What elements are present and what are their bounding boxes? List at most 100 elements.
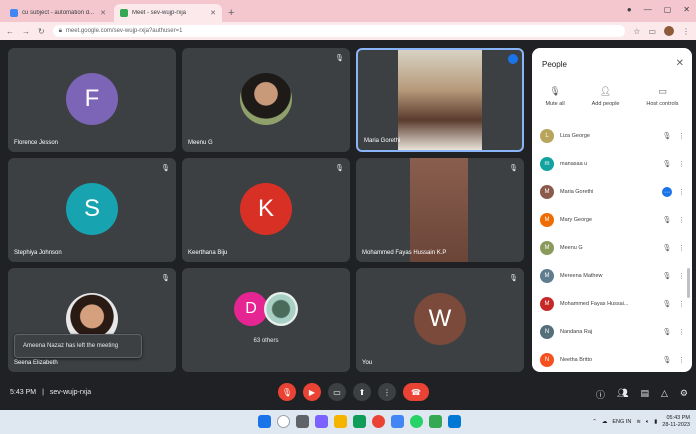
forward-icon[interactable]: → — [22, 27, 30, 36]
onedrive-icon[interactable]: ☁ — [602, 419, 608, 425]
close-icon[interactable]: ✕ — [676, 58, 684, 69]
tab-title: Meet - sev-wujp-rxja — [132, 10, 187, 16]
activities-icon[interactable]: △ — [661, 388, 668, 401]
taskbar-apps — [258, 415, 461, 428]
new-tab-button[interactable]: + — [228, 4, 234, 22]
address-bar[interactable]: 🔒︎ meet.google.com/sev-wujp-rxja?authuse… — [52, 25, 626, 37]
participant-tile-active-speaker[interactable]: Maria Gorethi — [356, 48, 524, 152]
language-indicator[interactable]: ENG IN — [612, 419, 631, 425]
search-icon[interactable] — [277, 415, 290, 428]
meet-app-icon[interactable] — [429, 415, 442, 428]
mic-toggle-button[interactable]: 🎙︎ — [278, 383, 296, 401]
more-options-icon[interactable]: ⋮ — [678, 300, 685, 308]
list-item[interactable]: M Mereena Mathew 🎙︎ ⋮ — [532, 262, 692, 290]
action-label: Mute all — [545, 101, 565, 107]
screen: cu subject - automation d... ✕ Meet - se… — [0, 0, 696, 434]
add-people-button[interactable]: 👤︎ Add people — [592, 86, 620, 107]
more-options-icon[interactable]: ⋮ — [678, 244, 685, 252]
participant-tile[interactable]: K 🎙︎ Keerthana Biju — [182, 158, 350, 262]
participant-name: Keerthana Biju — [188, 250, 228, 256]
os-taskbar: ⌃ ☁ ENG IN ≋ 🔈︎ ▮ 05:43 PM 28-11-2023 — [0, 410, 696, 434]
wifi-icon[interactable]: ≋ — [636, 419, 641, 425]
more-options-icon[interactable]: ⋮ — [678, 188, 685, 196]
chat-icon[interactable]: ▤ — [640, 388, 649, 401]
participant-name: Nandana Raj — [560, 329, 593, 335]
captions-icon: ▭ — [333, 387, 341, 397]
mic-off-icon[interactable]: 🎙︎ — [662, 160, 672, 168]
more-options-button[interactable]: ⋮ — [378, 383, 396, 401]
list-item[interactable]: N Nandana Raj 🎙︎ ⋮ — [532, 318, 692, 346]
participant-tile-others[interactable]: D 63 others — [182, 268, 350, 372]
meet-favicon-icon — [120, 9, 128, 17]
host-controls-icon[interactable]: ⚙ — [680, 388, 688, 401]
more-options-icon[interactable]: ⋮ — [678, 272, 685, 280]
chrome-icon[interactable] — [372, 415, 385, 428]
battery-icon[interactable]: ▮ — [654, 419, 657, 425]
people-icon[interactable]: 👥︎ — [617, 388, 628, 401]
more-options-icon[interactable]: ⋮ — [678, 160, 685, 168]
mic-off-icon[interactable]: 🎙︎ — [662, 300, 672, 308]
more-options-icon[interactable]: ⋮ — [678, 356, 685, 364]
self-tile[interactable]: W 🎙︎ You — [356, 268, 524, 372]
meeting-time: 5:43 PM — [10, 389, 37, 396]
avatar: N — [540, 325, 554, 339]
mic-off-icon[interactable]: 🎙︎ — [662, 356, 672, 364]
browser-tab-2[interactable]: Meet - sev-wujp-rxja ✕ — [114, 4, 222, 22]
panel-scrollbar[interactable] — [687, 268, 690, 298]
participant-tile[interactable]: S 🎙︎ Stephiya Johnson — [8, 158, 176, 262]
profile-icon[interactable]: ● — [627, 5, 632, 14]
outlook-icon[interactable] — [448, 415, 461, 428]
whatsapp-icon[interactable] — [410, 415, 423, 428]
tab-close-icon[interactable]: ✕ — [210, 9, 216, 17]
store-icon[interactable] — [391, 415, 404, 428]
windows-start-icon[interactable] — [258, 415, 271, 428]
extensions-icon[interactable]: ▭ — [648, 27, 656, 36]
list-item[interactable]: M Maria Gorethi ⋯ ⋮ — [532, 178, 692, 206]
camera-toggle-button[interactable]: ▶ — [303, 383, 321, 401]
edge-icon[interactable] — [353, 415, 366, 428]
more-options-icon[interactable]: ⋮ — [678, 216, 685, 224]
maximize-icon[interactable]: ▢ — [664, 5, 672, 14]
list-item[interactable]: m manasaa u 🎙︎ ⋮ — [532, 150, 692, 178]
participant-name: Florence Jesson — [14, 140, 59, 146]
list-item[interactable]: L Liza George 🎙︎ ⋮ — [532, 122, 692, 150]
list-item[interactable]: M Mohammed Fayas Hussai... 🎙︎ ⋮ — [532, 290, 692, 318]
tray-clock[interactable]: 05:43 PM 28-11-2023 — [662, 415, 690, 429]
back-icon[interactable]: ← — [6, 27, 14, 36]
profile-avatar[interactable] — [664, 26, 674, 36]
participant-tile[interactable]: 🎙︎ Mohammed Fayas Hussain K.P — [356, 158, 524, 262]
more-options-icon[interactable]: ⋮ — [678, 328, 685, 336]
more-options-icon[interactable]: ⋮ — [678, 132, 685, 140]
mic-off-icon[interactable]: 🎙︎ — [662, 132, 672, 140]
leave-call-button[interactable]: ☎ — [403, 383, 429, 401]
reload-icon[interactable]: ↻ — [38, 27, 45, 36]
list-item[interactable]: N Neetha Britto 🎙︎ ⋮ — [532, 346, 692, 372]
captions-button[interactable]: ▭ — [328, 383, 346, 401]
clock-date: 28-11-2023 — [662, 422, 690, 428]
present-button[interactable]: ⬆ — [353, 383, 371, 401]
menu-dots-icon[interactable]: ⋮ — [682, 27, 690, 36]
browser-tab-1[interactable]: cu subject - automation d... ✕ — [4, 4, 112, 22]
list-item[interactable]: M Mary George 🎙︎ ⋮ — [532, 206, 692, 234]
mic-off-icon[interactable]: 🎙︎ — [662, 328, 672, 336]
mic-off-icon[interactable]: 🎙︎ — [662, 244, 672, 252]
star-icon[interactable]: ☆ — [633, 27, 640, 36]
participant-tile[interactable]: 🎙︎ Meenu G — [182, 48, 350, 152]
minimize-icon[interactable]: — — [644, 5, 652, 14]
chevron-up-icon[interactable]: ⌃ — [592, 419, 597, 425]
file-explorer-icon[interactable] — [334, 415, 347, 428]
window-close-icon[interactable]: ✕ — [683, 5, 690, 14]
avatar: M — [540, 269, 554, 283]
tab-close-icon[interactable]: ✕ — [100, 9, 106, 17]
mic-off-icon[interactable]: 🎙︎ — [662, 216, 672, 224]
avatar: M — [540, 297, 554, 311]
task-view-icon[interactable] — [296, 415, 309, 428]
info-icon[interactable]: ⓘ — [596, 388, 605, 401]
chat-app-icon[interactable] — [315, 415, 328, 428]
volume-icon[interactable]: 🔈︎ — [646, 419, 649, 426]
host-controls-button[interactable]: ▭ Host controls — [646, 86, 678, 107]
participant-tile[interactable]: F Florence Jesson — [8, 48, 176, 152]
list-item[interactable]: M Meenu G 🎙︎ ⋮ — [532, 234, 692, 262]
mic-off-icon[interactable]: 🎙︎ — [662, 272, 672, 280]
mute-all-button[interactable]: 🎙︎ Mute all — [545, 86, 564, 107]
